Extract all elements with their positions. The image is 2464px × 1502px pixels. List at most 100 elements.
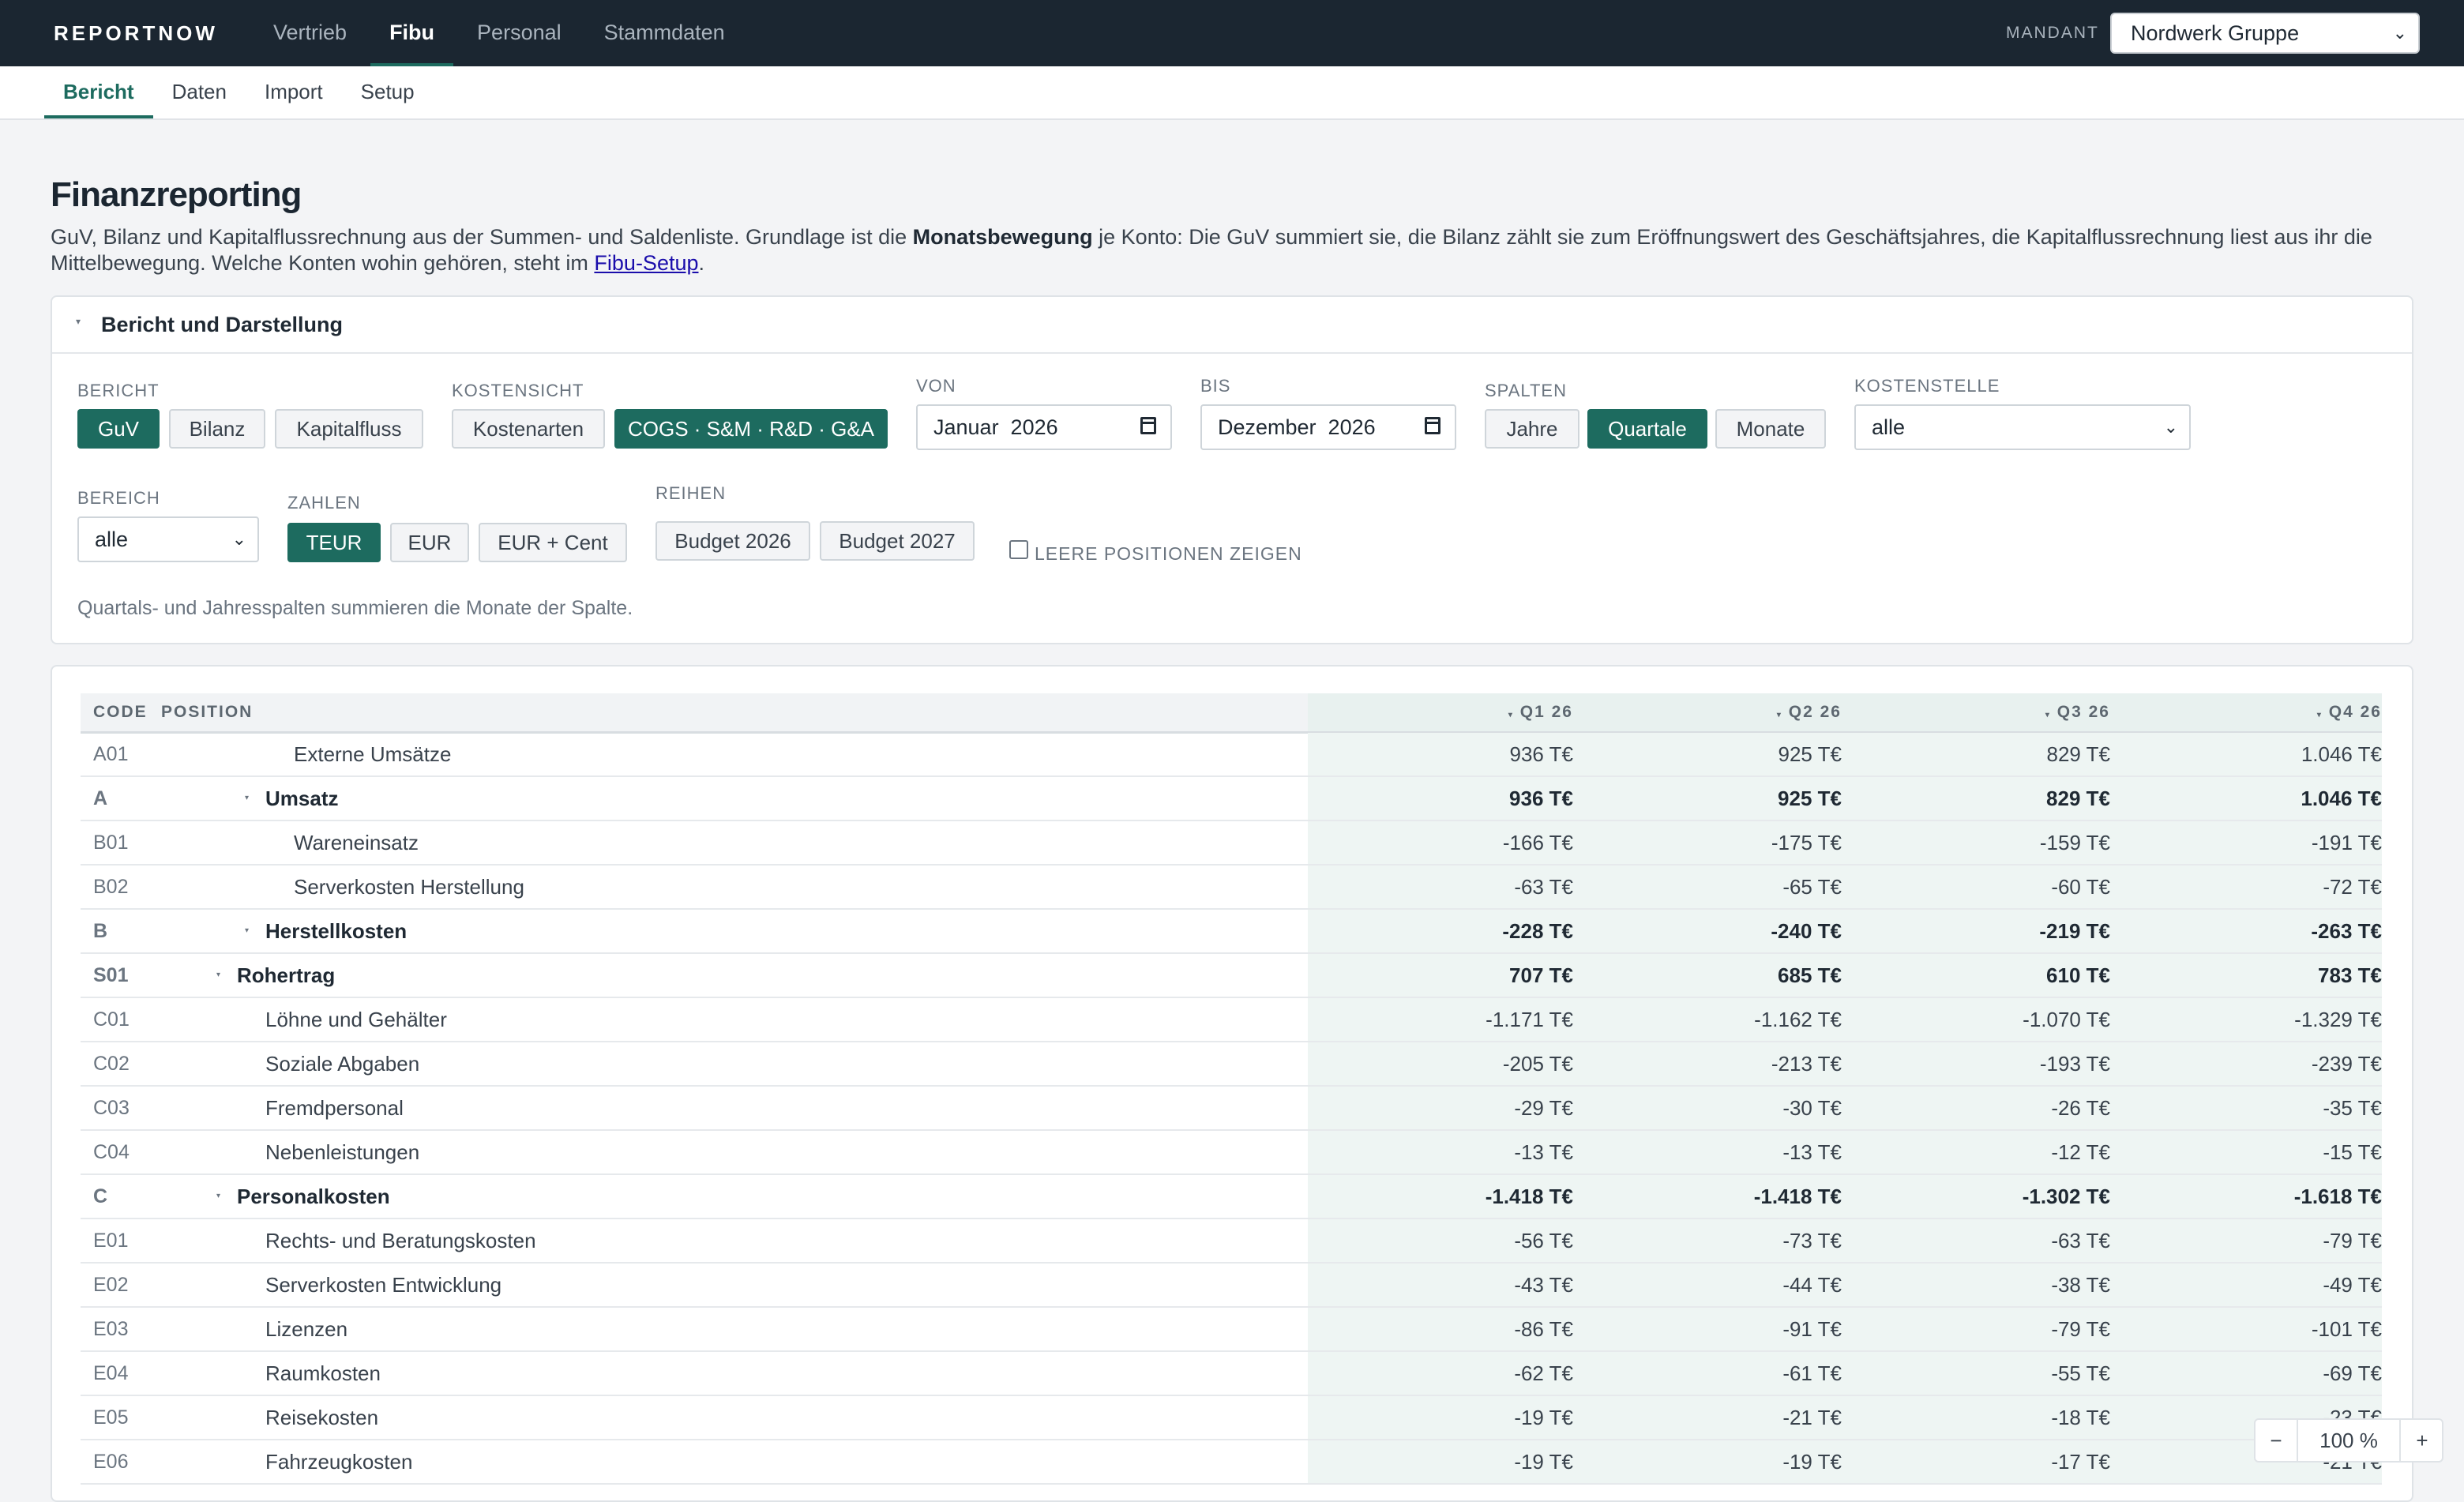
top-nav-personal[interactable]: Personal bbox=[458, 0, 580, 66]
row-value-q1: 936 T€ bbox=[1509, 787, 1573, 810]
table-row[interactable]: E02 Serverkosten Entwicklung -43 T€ -44 T€ -… bbox=[81, 1264, 2382, 1308]
table-row[interactable]: A01 Externe Umsätze 936 T€ 925 T€ 829 T€ 1.04… bbox=[81, 733, 2382, 777]
row-code: A bbox=[93, 787, 108, 809]
row-value-q2: -19 T€ bbox=[1782, 1450, 1842, 1474]
page-title: Finanzreporting bbox=[51, 175, 302, 214]
row-value-q2: -13 T€ bbox=[1782, 1140, 1842, 1164]
sort-icon: ▾ bbox=[1508, 711, 1514, 719]
zahlen-teur-button[interactable]: TEUR bbox=[287, 523, 381, 562]
row-position: Raumkosten bbox=[265, 1361, 381, 1385]
spalten-jahre-button[interactable]: Jahre bbox=[1485, 409, 1579, 449]
column-header-code[interactable]: CODE bbox=[93, 693, 148, 731]
row-position: Personalkosten bbox=[237, 1185, 390, 1208]
row-value-q2: -1.418 T€ bbox=[1753, 1185, 1842, 1208]
leere-positionen-label[interactable]: LEERE POSITIONEN ZEIGEN bbox=[1035, 543, 1302, 565]
row-value-q3: -219 T€ bbox=[2039, 919, 2110, 943]
row-position: Fremdpersonal bbox=[265, 1096, 404, 1120]
table-row[interactable]: B02 Serverkosten Herstellung -63 T€ -65 T€ -… bbox=[81, 866, 2382, 910]
row-value-q1: -19 T€ bbox=[1514, 1450, 1573, 1474]
reihen-budget-2026-button[interactable]: Budget 2026 bbox=[655, 521, 810, 561]
table-row[interactable]: B01 Wareneinsatz -166 T€ -175 T€ -159 T€ -191… bbox=[81, 821, 2382, 866]
table-row[interactable]: E05 Reisekosten -19 T€ -21 T€ -18 T€ -23 T€ bbox=[81, 1396, 2382, 1440]
tab-daten[interactable]: Daten bbox=[153, 66, 246, 118]
bis-month-input[interactable]: Dezember 2026 bbox=[1200, 404, 1456, 450]
top-nav-stammdaten[interactable]: Stammdaten bbox=[585, 0, 744, 66]
collapse-triangle-icon[interactable]: ▾ bbox=[216, 1175, 220, 1218]
table-row[interactable]: E01 Rechts- und Beratungskosten -56 T€ -73 … bbox=[81, 1219, 2382, 1264]
table-row[interactable]: C04 Nebenleistungen -13 T€ -13 T€ -12 T€ -15 … bbox=[81, 1131, 2382, 1175]
row-value-q2: -91 T€ bbox=[1782, 1317, 1842, 1341]
top-nav-fibu[interactable]: Fibu bbox=[370, 0, 454, 66]
von-month-input[interactable]: Januar 2026 bbox=[916, 404, 1172, 450]
kostensicht-cogs-button[interactable]: COGS · S&M · R&D · G&A bbox=[614, 409, 888, 449]
spalten-monate-button[interactable]: Monate bbox=[1715, 409, 1826, 449]
row-value-q1: -1.418 T€ bbox=[1485, 1185, 1573, 1208]
zoom-in-button[interactable]: + bbox=[2399, 1420, 2443, 1461]
top-nav-vertrieb[interactable]: Vertrieb bbox=[254, 0, 366, 66]
kostenstelle-select[interactable]: alle ⌄ bbox=[1854, 404, 2191, 450]
spalten-quartale-button[interactable]: Quartale bbox=[1587, 409, 1707, 449]
table-row[interactable]: E04 Raumkosten -62 T€ -61 T€ -55 T€ -69 T€ bbox=[81, 1352, 2382, 1396]
panel-title: Bericht und Darstellung bbox=[101, 313, 344, 336]
bericht-bilanz-button[interactable]: Bilanz bbox=[169, 409, 265, 449]
tab-import[interactable]: Import bbox=[246, 66, 342, 118]
collapse-triangle-icon[interactable]: ▾ bbox=[245, 910, 249, 952]
zahlen-label: ZAHLEN bbox=[287, 493, 361, 513]
column-header-q3[interactable]: ▾ Q3 26 bbox=[1873, 693, 2110, 734]
row-value-q2: -65 T€ bbox=[1782, 875, 1842, 899]
column-header-q2[interactable]: ▾ Q2 26 bbox=[1605, 693, 1842, 734]
collapse-triangle-icon[interactable]: ▾ bbox=[216, 954, 220, 997]
column-header-position[interactable]: POSITION bbox=[161, 693, 253, 731]
table-row[interactable]: C ▾ Personalkosten -1.418 T€ -1.418 T€ -1.302… bbox=[81, 1175, 2382, 1219]
row-value-q4: 783 T€ bbox=[2318, 963, 2382, 987]
collapse-triangle-icon[interactable]: ▾ bbox=[76, 316, 81, 327]
row-position: Herstellkosten bbox=[265, 919, 408, 943]
row-position: Soziale Abgaben bbox=[265, 1052, 420, 1076]
row-value-q4: -191 T€ bbox=[2311, 831, 2382, 854]
bericht-guv-button[interactable]: GuV bbox=[77, 409, 160, 449]
row-value-q3: 610 T€ bbox=[2046, 963, 2110, 987]
intro-end: . bbox=[698, 251, 705, 275]
kostenstelle-value: alle bbox=[1872, 415, 1906, 439]
calendar-icon[interactable] bbox=[1140, 417, 1156, 434]
leere-positionen-checkbox[interactable] bbox=[1009, 540, 1028, 559]
table-row[interactable]: C03 Fremdpersonal -29 T€ -30 T€ -26 T€ -35 T€ bbox=[81, 1087, 2382, 1131]
kostensicht-label: KOSTENSICHT bbox=[452, 381, 584, 400]
zoom-control: − 100 % + bbox=[2254, 1418, 2443, 1463]
table-row[interactable]: E06Fahrzeugkosten-19 T€-19 T€-17 T€-21 T… bbox=[81, 1440, 2382, 1485]
tab-bericht[interactable]: Bericht bbox=[44, 66, 153, 118]
zoom-level: 100 % bbox=[2319, 1429, 2378, 1452]
row-value-q2: 925 T€ bbox=[1778, 742, 1842, 766]
row-value-q3: -38 T€ bbox=[2051, 1273, 2110, 1297]
column-header-q4[interactable]: ▾ Q4 26 bbox=[2145, 693, 2382, 734]
row-value-q3: -55 T€ bbox=[2051, 1361, 2110, 1385]
row-position: Reisekosten bbox=[265, 1406, 379, 1429]
collapse-triangle-icon[interactable]: ▾ bbox=[245, 777, 249, 820]
reihen-budget-2027-button[interactable]: Budget 2027 bbox=[820, 521, 975, 561]
row-value-q3: -26 T€ bbox=[2051, 1096, 2110, 1120]
brand-logo[interactable]: REPORTNOW bbox=[54, 0, 218, 66]
mandant-select[interactable]: Nordwerk Gruppe ⌄ bbox=[2110, 13, 2420, 54]
table-row[interactable]: E03 Lizenzen -86 T€ -91 T€ -79 T€ -101 T€ bbox=[81, 1308, 2382, 1352]
bereich-select[interactable]: alle ⌄ bbox=[77, 516, 259, 562]
table-row[interactable]: C01 Löhne und Gehälter -1.171 T€ -1.162 T€ -… bbox=[81, 998, 2382, 1042]
panel-header[interactable]: ▾ Bericht und Darstellung bbox=[52, 297, 2412, 354]
chevron-down-icon: ⌄ bbox=[231, 529, 246, 549]
column-header-q1[interactable]: ▾ Q1 26 bbox=[1336, 693, 1573, 734]
panel-hint: Quartals- und Jahresspalten summieren di… bbox=[77, 597, 633, 619]
table-row[interactable]: S01 ▾ Rohertrag 707 T€ 685 T€ 610 T€ 783 T€ bbox=[81, 954, 2382, 998]
row-position: Lizenzen bbox=[265, 1317, 348, 1341]
calendar-icon[interactable] bbox=[1425, 417, 1440, 434]
bericht-kapitalfluss-button[interactable]: Kapitalfluss bbox=[275, 409, 423, 449]
kostensicht-kostenarten-button[interactable]: Kostenarten bbox=[452, 409, 605, 449]
q1-label: Q1 26 bbox=[1519, 703, 1573, 721]
tab-setup[interactable]: Setup bbox=[342, 66, 434, 118]
table-row[interactable]: C02 Soziale Abgaben -205 T€ -213 T€ -193 T€ -… bbox=[81, 1042, 2382, 1087]
table-row[interactable]: A ▾ Umsatz 936 T€ 925 T€ 829 T€ 1.046 T€ bbox=[81, 777, 2382, 821]
zoom-out-button[interactable]: − bbox=[2256, 1420, 2298, 1461]
table-row[interactable]: B ▾ Herstellkosten -228 T€ -240 T€ -219 T€ -26… bbox=[81, 910, 2382, 954]
zahlen-eur-button[interactable]: EUR bbox=[390, 523, 469, 562]
reihen-label: REIHEN bbox=[655, 483, 727, 503]
zahlen-eur-cent-button[interactable]: EUR + Cent bbox=[479, 523, 627, 562]
fibu-setup-link[interactable]: Fibu-Setup bbox=[594, 251, 698, 275]
